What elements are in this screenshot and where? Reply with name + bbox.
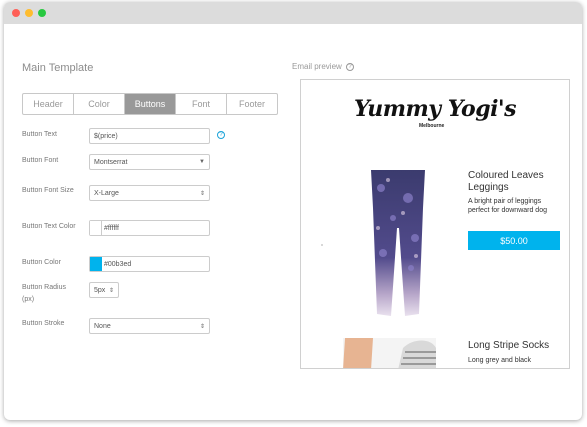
button-text-input[interactable]: $(price) xyxy=(89,128,210,144)
question-circle-icon[interactable]: ? xyxy=(217,131,225,139)
title-bar xyxy=(4,2,582,24)
tab-color[interactable]: Color xyxy=(74,94,125,114)
minimize-window-button[interactable] xyxy=(25,9,33,17)
product-title: Coloured Leaves Leggings xyxy=(468,170,544,193)
button-stroke-value: None xyxy=(94,322,111,330)
decorative-dot xyxy=(321,244,323,246)
button-text-color-input[interactable]: #ffffff xyxy=(89,220,210,236)
product-description: Long grey and black xyxy=(468,357,532,364)
updown-caret-icon: ⇕ xyxy=(199,190,205,197)
button-radius-label: Button Radius (px) xyxy=(22,284,66,303)
button-font-label: Button Font xyxy=(22,157,59,164)
button-text-color-value: #ffffff xyxy=(104,224,119,232)
button-font-select[interactable]: Montserrat ▼ xyxy=(89,154,210,170)
info-circle-icon[interactable]: ? xyxy=(346,62,355,71)
product-price-button[interactable]: $50.00 xyxy=(468,231,560,250)
close-window-button[interactable] xyxy=(12,9,20,17)
tab-font[interactable]: Font xyxy=(176,94,227,114)
maximize-window-button[interactable] xyxy=(38,9,46,17)
button-font-size-value: X-Large xyxy=(94,189,119,197)
button-text-color-label: Button Text Color xyxy=(22,223,76,230)
tab-buttons[interactable]: Buttons xyxy=(125,94,176,114)
button-color-swatch[interactable] xyxy=(90,257,102,271)
text-color-swatch[interactable] xyxy=(90,221,102,235)
chevron-down-icon: ▼ xyxy=(199,159,205,165)
brand-logo: Yummy Yogi's xyxy=(353,96,517,122)
button-stroke-select[interactable]: None ⇕ xyxy=(89,318,210,334)
template-tabs: Header Color Buttons Font Footer xyxy=(22,93,278,115)
button-font-size-label: Button Font Size xyxy=(22,187,74,194)
email-preview-label: Email preview ? xyxy=(292,62,355,71)
email-preview-text: Email preview xyxy=(292,62,342,71)
section-title: Main Template xyxy=(22,62,94,74)
product-description: A bright pair of leggings perfect for do… xyxy=(468,198,547,214)
button-stroke-label: Button Stroke xyxy=(22,320,65,327)
updown-caret-icon: ⇕ xyxy=(199,323,205,330)
button-radius-select[interactable]: 5px ⇕ xyxy=(89,282,119,298)
button-color-label: Button Color xyxy=(22,259,61,266)
button-color-input[interactable]: #00b3ed xyxy=(89,256,210,272)
app-window: Main Template Header Color Buttons Font … xyxy=(4,2,582,420)
brand-subtitle: Melbourne xyxy=(419,123,445,129)
button-text-label: Button Text xyxy=(22,131,57,138)
tab-footer[interactable]: Footer xyxy=(227,94,277,114)
leggings-product-image xyxy=(371,170,425,316)
button-font-size-select[interactable]: X-Large ⇕ xyxy=(89,185,210,201)
button-color-value: #00b3ed xyxy=(104,260,132,268)
tab-header[interactable]: Header xyxy=(23,94,74,114)
email-preview-pane[interactable]: Yummy Yogi's Melbourne Coloured Leaves L… xyxy=(300,79,570,369)
button-font-value: Montserrat xyxy=(94,158,128,166)
socks-product-image xyxy=(343,338,436,368)
product-title: Long Stripe Socks xyxy=(468,340,550,351)
updown-caret-icon: ⇕ xyxy=(108,287,114,294)
button-text-value: $(price) xyxy=(94,132,118,140)
button-radius-value: 5px xyxy=(94,286,106,294)
